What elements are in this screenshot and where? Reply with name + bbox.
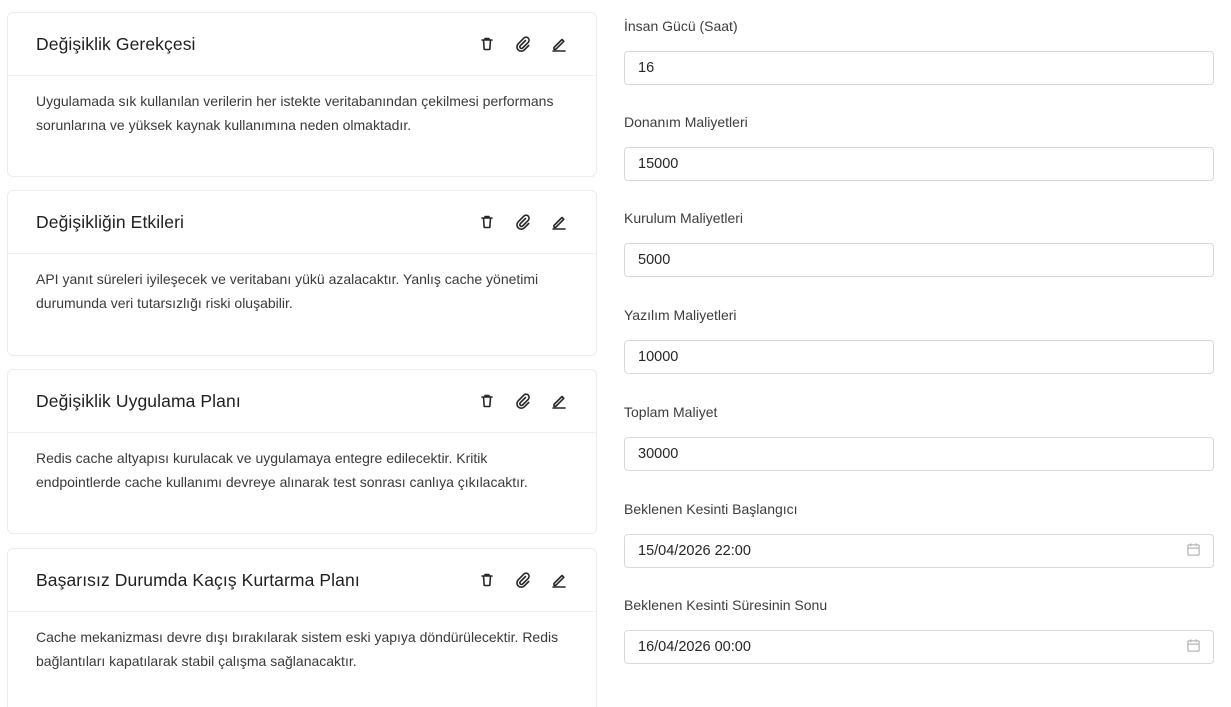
field-label: Toplam Maliyet [624,404,718,420]
input-value: 5000 [638,252,671,268]
outage-end-datepicker[interactable]: 16/04/2026 00:00 [624,630,1214,664]
attach-button[interactable] [514,392,532,410]
edit-icon [552,574,566,588]
edit-icon [552,216,566,230]
card-title: Değişiklik Uygulama Planı [36,390,241,411]
field-installation-cost: Kurulum Maliyetleri 5000 [624,207,1214,277]
calendar-icon[interactable] [1186,638,1201,657]
field-total-cost: Toplam Maliyet 30000 [624,401,1214,471]
trash-icon [481,573,493,587]
attach-button[interactable] [514,213,532,231]
input-value: 15/04/2026 22:00 [638,543,751,559]
attach-button[interactable] [514,571,532,589]
page: Değişiklik Gerekçesi Uygulamada sık kull… [0,0,1231,707]
edit-button[interactable] [550,35,568,53]
trash-icon [481,215,493,229]
field-label: Yazılım Maliyetleri [624,307,737,323]
software-cost-input[interactable]: 10000 [624,340,1214,374]
outage-start-datepicker[interactable]: 15/04/2026 22:00 [624,534,1214,568]
field-label: Beklenen Kesinti Başlangıcı [624,501,798,517]
field-label: İnsan Gücü (Saat) [624,18,738,34]
trash-icon [481,394,493,408]
delete-button[interactable] [478,571,496,589]
input-value: 30000 [638,446,679,462]
card-implementation-plan: Değişiklik Uygulama Planı Redis cache al… [7,369,597,534]
field-label: Kurulum Maliyetleri [624,210,744,226]
field-label: Donanım Maliyetleri [624,114,748,130]
delete-button[interactable] [478,213,496,231]
card-header: Başarısız Durumda Kaçış Kurtarma Planı [8,549,596,612]
input-value: 10000 [638,349,679,365]
card-title: Değişiklik Gerekçesi [36,33,196,54]
card-body: Uygulamada sık kullanılan verilerin her … [36,93,554,133]
paperclip-icon [516,572,530,588]
attach-button[interactable] [514,35,532,53]
manpower-input[interactable]: 16 [624,51,1214,85]
delete-button[interactable] [478,392,496,410]
card-rollback-plan: Başarısız Durumda Kaçış Kurtarma Planı C… [7,548,597,707]
card-title: Başarısız Durumda Kaçış Kurtarma Planı [36,569,360,590]
delete-button[interactable] [478,35,496,53]
input-value: 16 [638,60,655,76]
field-hardware-cost: Donanım Maliyetleri 15000 [624,111,1214,181]
edit-button[interactable] [550,571,568,589]
card-header: Değişiklik Gerekçesi [8,13,596,76]
field-software-cost: Yazılım Maliyetleri 10000 [624,304,1214,374]
card-body: API yanıt süreleri iyileşecek ve veritab… [36,271,539,311]
input-value: 15000 [638,156,679,172]
edit-icon [552,395,566,409]
field-outage-start: Beklenen Kesinti Başlangıcı 15/04/2026 2… [624,498,1214,568]
paperclip-icon [516,36,530,52]
card-change-reason: Değişiklik Gerekçesi Uygulamada sık kull… [7,12,597,177]
edit-icon [552,38,566,52]
card-actions [478,571,568,589]
card-header: Değişikliğin Etkileri [8,191,596,254]
card-actions [478,213,568,231]
field-outage-end: Beklenen Kesinti Süresinin Sonu 16/04/20… [624,594,1214,664]
paperclip-icon [516,393,530,409]
input-value: 16/04/2026 00:00 [638,639,751,655]
card-body: Redis cache altyapısı kurulacak ve uygul… [36,450,528,490]
total-cost-input[interactable]: 30000 [624,437,1214,471]
edit-button[interactable] [550,213,568,231]
card-actions [478,35,568,53]
field-manpower: İnsan Gücü (Saat) 16 [624,15,1214,85]
calendar-icon[interactable] [1186,542,1201,561]
card-header: Değişiklik Uygulama Planı [8,370,596,433]
trash-icon [481,37,493,51]
installation-cost-input[interactable]: 5000 [624,243,1214,277]
edit-button[interactable] [550,392,568,410]
paperclip-icon [516,214,530,230]
field-label: Beklenen Kesinti Süresinin Sonu [624,597,828,613]
card-title: Değişikliğin Etkileri [36,211,184,232]
hardware-cost-input[interactable]: 15000 [624,147,1214,181]
card-body: Cache mekanizması devre dışı bırakılarak… [36,629,559,669]
card-actions [478,392,568,410]
card-change-effects: Değişikliğin Etkileri API yanıt süreleri… [7,190,597,356]
